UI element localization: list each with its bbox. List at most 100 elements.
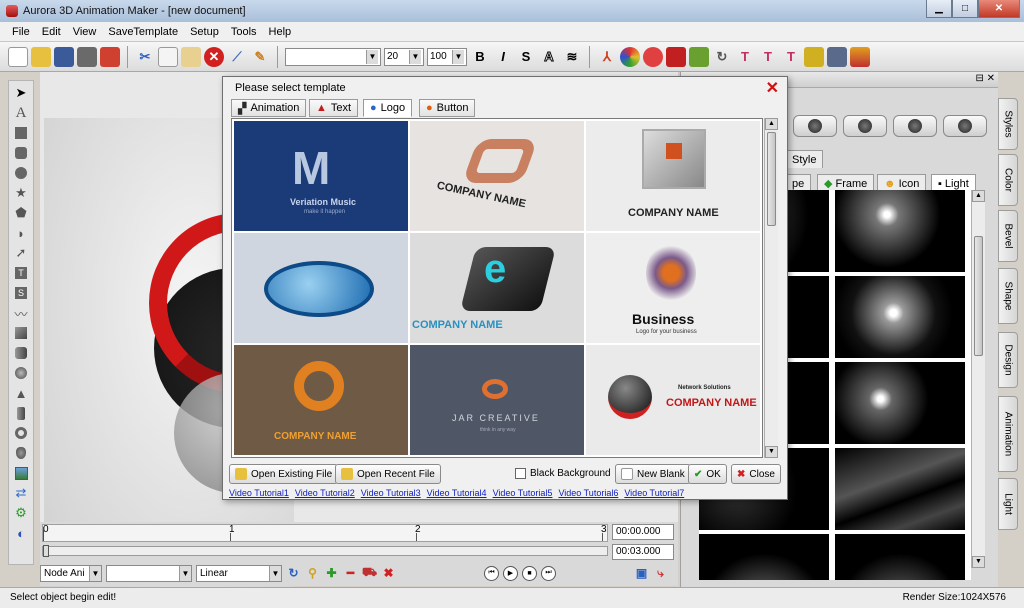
current-time-field[interactable]: 00:00.000 bbox=[612, 524, 674, 540]
style-preset-2[interactable] bbox=[843, 115, 887, 137]
font-family-select[interactable]: ▼ bbox=[285, 47, 381, 66]
node-mode-select[interactable]: Node Ani ▼ bbox=[40, 564, 102, 582]
light-preset[interactable] bbox=[835, 190, 965, 272]
template-thumbnail[interactable]: M Veriation Music make it happen bbox=[234, 121, 408, 231]
sphere-icon[interactable] bbox=[13, 365, 29, 381]
play-button[interactable]: ▶ bbox=[503, 565, 518, 581]
text-box-icon[interactable]: T bbox=[13, 265, 29, 281]
strike-button[interactable]: S bbox=[516, 47, 536, 67]
template-thumbnail[interactable]: COMPANY NAME bbox=[586, 121, 760, 231]
open-icon[interactable] bbox=[31, 46, 51, 67]
script-icon[interactable]: ⇄ bbox=[13, 485, 29, 501]
scale-select[interactable]: 100 ▼ bbox=[427, 47, 467, 66]
tab-button[interactable]: ● Button bbox=[419, 99, 476, 117]
scroll-up-button[interactable]: ▲ bbox=[765, 118, 778, 130]
tutorial-link-4[interactable]: Video Tutorial4 bbox=[427, 488, 487, 498]
motion-icon[interactable]: ⛟ bbox=[362, 565, 377, 581]
scroll-down-button[interactable]: ▼ bbox=[972, 556, 985, 568]
sidetab-color[interactable]: Color bbox=[998, 154, 1018, 206]
save-as-icon[interactable] bbox=[77, 46, 97, 67]
cylinder-icon[interactable] bbox=[13, 345, 29, 361]
object-select[interactable]: ▼ bbox=[106, 564, 192, 582]
black-background-option[interactable]: Black Background bbox=[515, 468, 611, 479]
menu-help[interactable]: Help bbox=[263, 26, 298, 38]
pattern-icon[interactable] bbox=[689, 46, 709, 67]
text-style-3-icon[interactable]: T bbox=[781, 47, 801, 67]
template-thumbnail[interactable]: JAR CREATIVE think in any way bbox=[410, 345, 584, 455]
style-preset-4[interactable] bbox=[943, 115, 987, 137]
maximize-button[interactable]: □ bbox=[952, 0, 978, 18]
bold-button[interactable]: B bbox=[470, 47, 490, 67]
font-size-select[interactable]: 20 ▼ bbox=[384, 47, 424, 66]
sidetab-shape[interactable]: Shape bbox=[998, 268, 1018, 324]
save-icon[interactable] bbox=[54, 46, 74, 67]
style-preset-1[interactable] bbox=[793, 115, 837, 137]
template-grid[interactable]: M Veriation Music make it happen COMPANY… bbox=[231, 118, 763, 458]
new-blank-button[interactable]: New Blank bbox=[615, 464, 691, 484]
template-thumbnail[interactable]: Business Logo for your business bbox=[586, 233, 760, 343]
shape-icon[interactable]: ◗ bbox=[13, 225, 29, 241]
export-icon[interactable] bbox=[100, 46, 120, 67]
color-wheel-icon[interactable] bbox=[620, 46, 640, 67]
delete-icon[interactable]: ✕ bbox=[204, 46, 224, 67]
cut-icon[interactable]: ✂ bbox=[135, 47, 155, 67]
key-icon[interactable]: ⚲ bbox=[305, 566, 320, 581]
template-thumbnail[interactable]: COMPANY NAME bbox=[234, 345, 408, 455]
mesh-icon[interactable] bbox=[827, 46, 847, 67]
scroll-down-button[interactable]: ▼ bbox=[765, 446, 778, 458]
tutorial-link-1[interactable]: Video Tutorial1 bbox=[229, 488, 289, 498]
template-thumbnail[interactable]: COMPANY NAME bbox=[410, 121, 584, 231]
rectangle-icon[interactable] bbox=[13, 125, 29, 141]
outline-button[interactable]: A bbox=[539, 47, 559, 67]
tab-style[interactable]: Style bbox=[785, 150, 824, 168]
minimize-button[interactable]: ▁ bbox=[926, 0, 952, 18]
new-icon[interactable] bbox=[8, 46, 28, 67]
template-thumbnail[interactable]: Network Solutions COMPANY NAME bbox=[586, 345, 760, 455]
circle-icon[interactable] bbox=[13, 165, 29, 181]
rotate-icon[interactable]: ↻ bbox=[712, 47, 732, 67]
arrow-shape-icon[interactable]: ➚ bbox=[13, 245, 29, 261]
rounded-rect-icon[interactable] bbox=[13, 145, 29, 161]
paste-icon[interactable] bbox=[181, 46, 201, 67]
select-arrow-icon[interactable]: ➤ bbox=[13, 85, 29, 101]
paint-icon[interactable]: ✎ bbox=[250, 47, 270, 67]
italic-button[interactable]: I bbox=[493, 47, 513, 67]
black-background-checkbox[interactable] bbox=[515, 468, 526, 479]
sidetab-bevel[interactable]: Bevel bbox=[998, 210, 1018, 262]
sidetab-animation[interactable]: Animation bbox=[998, 396, 1018, 472]
transform-icon[interactable]: ⅄ bbox=[597, 47, 617, 67]
template-thumbnail[interactable]: e COMPANY NAME bbox=[410, 233, 584, 343]
menu-savetemplate[interactable]: SaveTemplate bbox=[102, 26, 184, 38]
prev-frame-button[interactable]: ⏮ bbox=[484, 565, 499, 581]
s-shape-icon[interactable]: S bbox=[13, 285, 29, 301]
logo-icon[interactable]: ◐ bbox=[13, 525, 29, 541]
scroll-up-button[interactable]: ▲ bbox=[972, 190, 985, 202]
copy-icon[interactable] bbox=[158, 46, 178, 67]
link-icon[interactable]: ⚙ bbox=[13, 505, 29, 521]
pin-icon[interactable]: ⊟ ✕ bbox=[975, 73, 995, 84]
text-icon[interactable]: A bbox=[13, 105, 29, 121]
layers-icon[interactable] bbox=[804, 46, 824, 67]
template-thumbnail[interactable] bbox=[234, 233, 408, 343]
dialog-close-icon[interactable]: ✕ bbox=[766, 78, 779, 98]
light-preset[interactable] bbox=[835, 276, 965, 358]
menu-view[interactable]: View bbox=[67, 26, 103, 38]
preview-icon[interactable]: ▣ bbox=[634, 566, 649, 581]
tube-icon[interactable] bbox=[13, 405, 29, 421]
ok-button[interactable]: ✔ OK bbox=[688, 464, 727, 484]
add-key-icon[interactable]: ✚ bbox=[324, 566, 339, 581]
align-icon[interactable]: ≋ bbox=[562, 47, 582, 67]
template-scrollbar[interactable]: ▲ ▼ bbox=[764, 118, 778, 458]
pentagon-icon[interactable]: ⬟ bbox=[13, 205, 29, 221]
sidetab-styles[interactable]: Styles bbox=[998, 98, 1018, 150]
delete-key-icon[interactable]: ✖ bbox=[381, 566, 396, 581]
stop-button[interactable]: ■ bbox=[522, 565, 537, 581]
refresh-icon[interactable]: ↻ bbox=[286, 566, 301, 581]
cone-icon[interactable]: ▲ bbox=[13, 385, 29, 401]
remove-key-icon[interactable]: ━ bbox=[343, 566, 358, 581]
material-icon[interactable] bbox=[643, 46, 663, 67]
open-existing-button[interactable]: Open Existing File bbox=[229, 464, 339, 484]
star-icon[interactable]: ★ bbox=[13, 185, 29, 201]
sidetab-light[interactable]: Light bbox=[998, 478, 1018, 530]
total-time-field[interactable]: 00:03.000 bbox=[612, 544, 674, 560]
